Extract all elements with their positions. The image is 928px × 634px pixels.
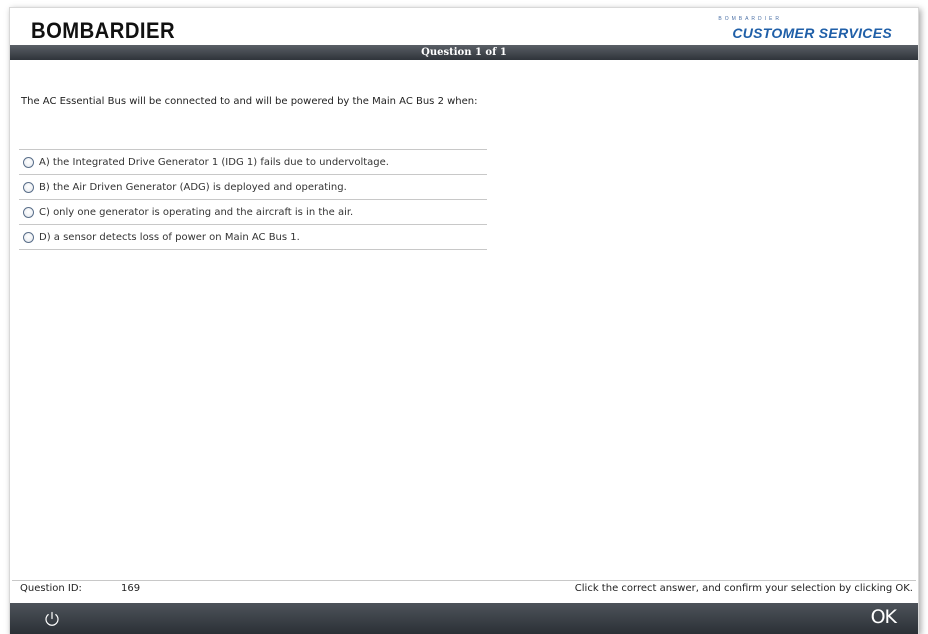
power-icon[interactable]: [43, 610, 61, 628]
question-text: The AC Essential Bus will be connected t…: [21, 96, 478, 107]
answer-option-b[interactable]: B) the Air Driven Generator (ADG) is dep…: [19, 175, 487, 200]
radio-button-icon[interactable]: [23, 156, 34, 168]
question-header-bar: Question 1 of 1: [10, 45, 918, 60]
footer-divider: [12, 580, 916, 581]
answer-option-d[interactable]: D) a sensor detects loss of power on Mai…: [19, 225, 487, 250]
answer-option-label: A) the Integrated Drive Generator 1 (IDG…: [39, 156, 389, 168]
customer-services-logo: BOMBARDIER CUSTOMER SERVICES: [718, 16, 892, 42]
question-id-value: 169: [121, 583, 141, 594]
instruction-text: Click the correct answer, and confirm yo…: [574, 583, 913, 594]
customer-services-logo-small: BOMBARDIER: [718, 16, 782, 22]
radio-button-icon[interactable]: [23, 206, 34, 218]
question-id-label: Question ID:: [20, 583, 82, 594]
ok-button[interactable]: OK: [871, 606, 897, 628]
bottom-toolbar: OK: [10, 603, 918, 634]
answer-option-label: B) the Air Driven Generator (ADG) is dep…: [39, 181, 347, 193]
answer-list: A) the Integrated Drive Generator 1 (IDG…: [19, 149, 487, 250]
answer-option-label: C) only one generator is operating and t…: [39, 206, 354, 218]
answer-option-c[interactable]: C) only one generator is operating and t…: [19, 200, 487, 225]
question-counter: Question 1 of 1: [421, 47, 507, 58]
answer-option-label: D) a sensor detects loss of power on Mai…: [39, 231, 300, 243]
quiz-window: BOMBARDIER BOMBARDIER CUSTOMER SERVICES …: [9, 7, 919, 634]
radio-button-icon[interactable]: [23, 181, 34, 193]
bombardier-logo: BOMBARDIER: [31, 18, 176, 43]
customer-services-logo-text: CUSTOMER SERVICES: [732, 25, 892, 41]
radio-button-icon[interactable]: [23, 231, 34, 243]
answer-option-a[interactable]: A) the Integrated Drive Generator 1 (IDG…: [19, 150, 487, 175]
